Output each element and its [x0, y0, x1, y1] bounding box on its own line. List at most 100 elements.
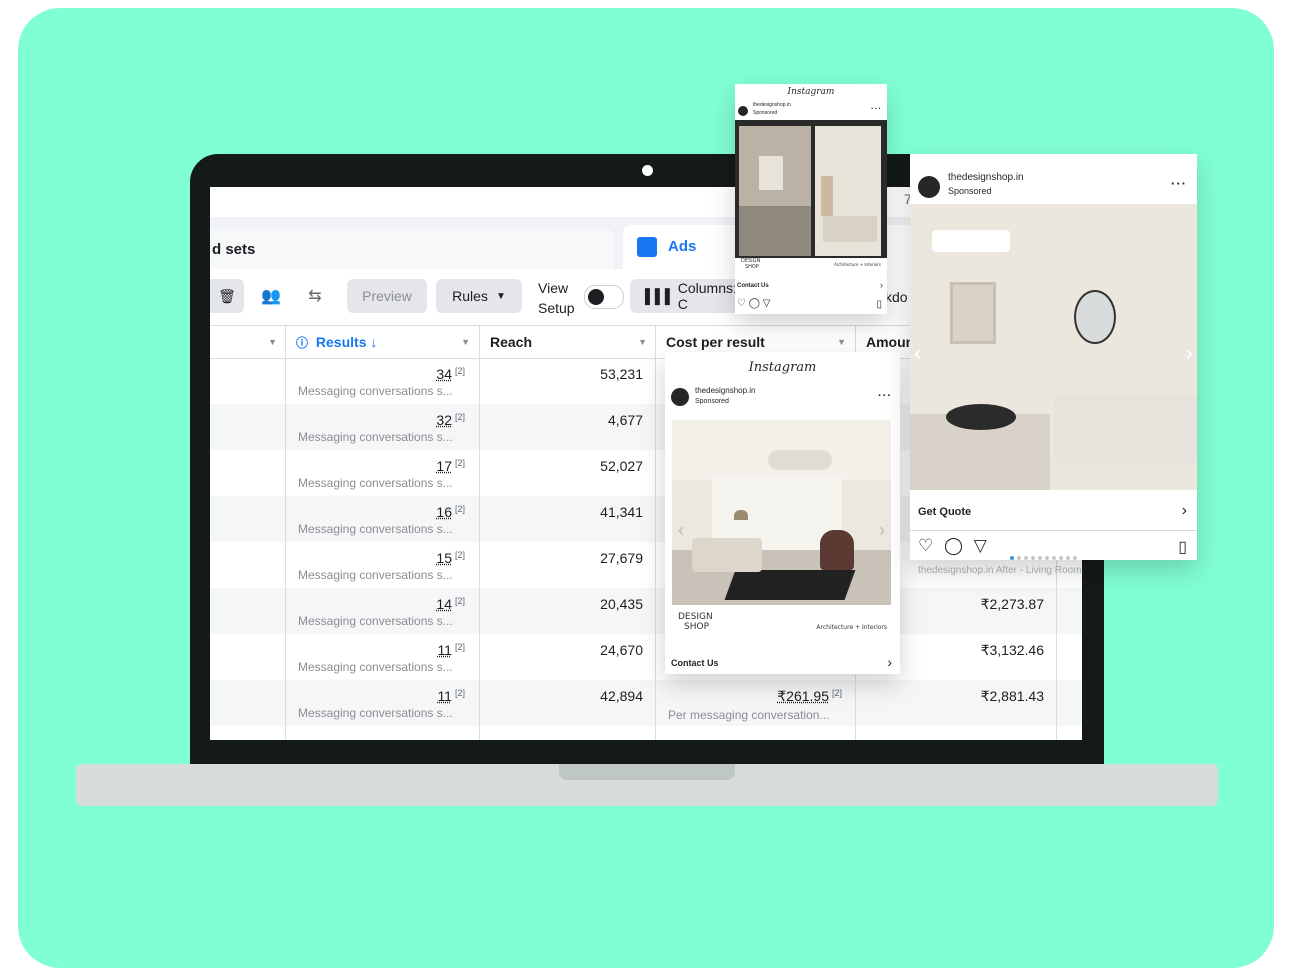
rug: [724, 570, 856, 600]
carousel-next-icon[interactable]: ›: [879, 520, 885, 541]
avatar: [738, 106, 748, 116]
reach-value: 42,894: [600, 688, 643, 704]
bookmark-icon[interactable]: ▯: [876, 299, 882, 310]
carousel-dot: [1045, 556, 1049, 560]
carousel-dot: [1073, 556, 1077, 560]
more-icon[interactable]: ···: [878, 390, 892, 402]
ads-icon: [637, 237, 657, 257]
bookmark-icon[interactable]: ▯: [1178, 537, 1187, 557]
table-row[interactable]: 11 [2] Messaging conversations s... 42,89…: [210, 680, 1082, 726]
brand-line2: SHOP: [684, 622, 709, 632]
sofa: [692, 538, 762, 572]
column-divider: [285, 325, 286, 740]
comment-icon[interactable]: ◯: [944, 536, 963, 555]
tab-ad-sets-label: d sets: [212, 241, 256, 258]
view-setup-toggle[interactable]: [584, 285, 624, 309]
sort-caret-icon: ▼: [638, 337, 647, 347]
comment-icon[interactable]: ◯: [749, 298, 760, 309]
wall-art: [950, 282, 996, 344]
delete-button[interactable]: 🗑: [210, 279, 244, 313]
more-icon[interactable]: ···: [871, 104, 882, 113]
ad-image[interactable]: DESIGN SHOP Architecture + Interiors: [735, 120, 887, 272]
contact-us-cta[interactable]: Contact Us: [737, 283, 769, 289]
avatar: [671, 388, 689, 406]
chevron-right-icon[interactable]: ›: [887, 654, 892, 670]
share-icon[interactable]: ▽: [763, 298, 771, 309]
column-header-reach[interactable]: Reach ▼: [480, 326, 655, 358]
table-row[interactable]: 14 [2] Messaging conversations s... 20,43…: [210, 588, 1082, 634]
results-value: 16 [2]: [288, 504, 465, 520]
reach-value: 24,670: [600, 642, 643, 658]
reach-value: 20,435: [600, 596, 643, 612]
heart-icon[interactable]: ♡: [918, 536, 933, 555]
rules-button[interactable]: Rules ▼: [436, 279, 522, 313]
reach-value: 52,027: [600, 458, 643, 474]
ig-username[interactable]: thedesignshop.in: [695, 386, 756, 395]
results-number[interactable]: 34: [436, 366, 452, 382]
armchair: [820, 530, 854, 570]
results-number[interactable]: 17: [436, 458, 452, 474]
carousel-dot: [1066, 556, 1070, 560]
ad-image[interactable]: ‹ ›: [910, 204, 1197, 490]
columns-button[interactable]: ▐▐▐ Columns: C: [630, 279, 750, 313]
table-row[interactable]: 11 [2] Messaging conversations s... 24,67…: [210, 634, 1082, 680]
avatar: [918, 176, 940, 198]
column-header-results[interactable]: ⓘ Results ↓ ▼: [286, 326, 478, 358]
get-quote-cta[interactable]: Get Quote: [918, 506, 971, 518]
cost-per-result-type: Per messaging conversation...: [668, 708, 830, 722]
share-icon[interactable]: ▽: [974, 536, 987, 555]
results-footnote: [2]: [454, 366, 465, 376]
export-button[interactable]: ⇆: [302, 282, 328, 310]
preview-button[interactable]: Preview: [347, 279, 427, 313]
webcam-dot: [642, 165, 653, 176]
reach-value: 4,677: [607, 412, 643, 428]
carousel-dots: [797, 305, 827, 314]
chevron-right-icon[interactable]: ›: [1182, 502, 1187, 520]
sort-caret-icon: ▼: [461, 337, 470, 347]
results-number[interactable]: 11: [437, 688, 452, 704]
contact-us-cta[interactable]: Contact Us: [671, 658, 719, 668]
carousel-next-icon[interactable]: ›: [1186, 340, 1193, 366]
more-icon[interactable]: ···: [1171, 176, 1187, 191]
instagram-logo: Instagram: [787, 87, 835, 97]
results-number[interactable]: 16: [436, 504, 452, 520]
results-number[interactable]: 14: [436, 596, 452, 612]
cost-per-result-label: Cost per result: [666, 334, 765, 350]
people-icon: 👥: [261, 288, 281, 305]
sort-caret-icon: ▼: [268, 337, 277, 347]
ig-username[interactable]: thedesignshop.in: [753, 102, 791, 108]
results-number[interactable]: 32: [436, 412, 452, 428]
heart-icon[interactable]: ♡: [737, 298, 746, 309]
results-type: Messaging conversations s...: [298, 706, 453, 720]
ad-image[interactable]: ‹ › DESIGN SHOP Architecture + Interiors: [672, 420, 891, 635]
cpr-number[interactable]: ₹261.95: [777, 688, 829, 704]
chandelier: [768, 450, 832, 470]
after-room-image: [815, 126, 881, 256]
results-number[interactable]: 15: [436, 550, 452, 566]
before-room-image: [739, 126, 811, 256]
audience-button[interactable]: 👥: [258, 282, 284, 310]
laptop-notch: [559, 764, 735, 780]
column-header-name[interactable]: ▼: [210, 326, 285, 358]
coffee-table: [946, 404, 1016, 430]
ig-username[interactable]: thedesignshop.in: [948, 172, 1024, 183]
results-type: Messaging conversations s...: [298, 522, 453, 536]
column-divider: [655, 325, 656, 740]
carousel-prev-icon[interactable]: ‹: [678, 520, 684, 541]
tab-ad-sets[interactable]: d sets: [210, 229, 614, 269]
breakdown-label[interactable]: kdo: [885, 289, 908, 305]
air-conditioner: [932, 230, 1010, 252]
carousel-dot: [1024, 556, 1028, 560]
chevron-right-icon[interactable]: ›: [880, 280, 883, 290]
carousel-dot: [1052, 556, 1056, 560]
results-type: Messaging conversations s...: [298, 476, 453, 490]
tab-ads-label: Ads: [668, 238, 697, 255]
instagram-logo: Instagram: [748, 360, 817, 375]
ig-sponsored: Sponsored: [948, 186, 992, 196]
carousel-dot: [1059, 556, 1063, 560]
carousel-dot: [1010, 556, 1014, 560]
carousel-prev-icon[interactable]: ‹: [914, 340, 921, 366]
results-number[interactable]: 11: [437, 642, 452, 658]
results-type: Messaging conversations s...: [298, 430, 453, 444]
instagram-ad-right: thedesignshop.in Sponsored ··· ‹ › Get Q…: [910, 154, 1197, 560]
